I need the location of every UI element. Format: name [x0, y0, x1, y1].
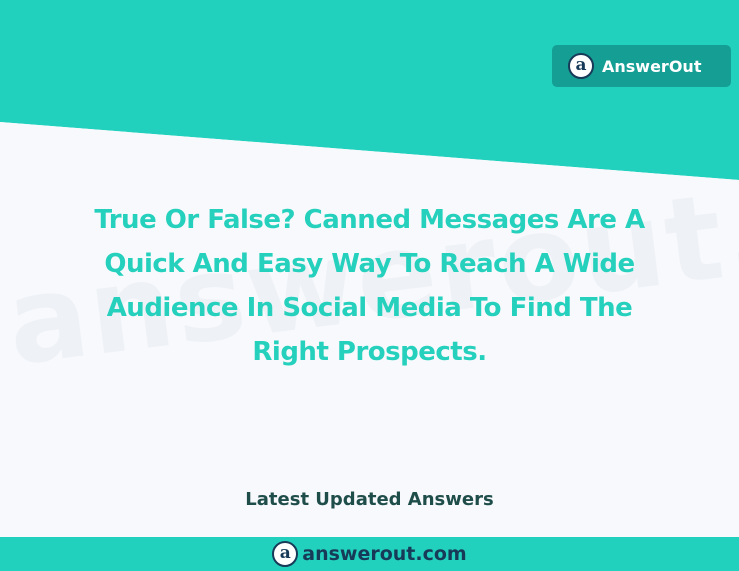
footer-bar: a answerout.com: [0, 537, 739, 571]
brand-badge[interactable]: a AnswerOut: [552, 45, 731, 87]
question-line: True Or False? Canned Messages Are A: [94, 205, 645, 235]
footer-site-link[interactable]: answerout.com: [302, 543, 466, 565]
answerout-logo-icon: a: [568, 53, 594, 79]
latest-answers-label: Latest Updated Answers: [245, 489, 494, 510]
question-line: Right Prospects.: [252, 337, 487, 367]
footer-logo-glyph: a: [279, 542, 291, 563]
question-line: Quick And Easy Way To Reach A Wide: [104, 249, 635, 279]
footer-logo-icon: a: [272, 541, 299, 567]
question-heading: True Or False? Canned Messages Are A Qui…: [20, 198, 719, 374]
brand-name: AnswerOut: [602, 56, 702, 76]
logo-glyph: a: [575, 54, 587, 75]
question-line: Audience In Social Media To Find The: [106, 293, 633, 323]
page: answerout.com a AnswerOut True Or False?…: [0, 0, 739, 571]
